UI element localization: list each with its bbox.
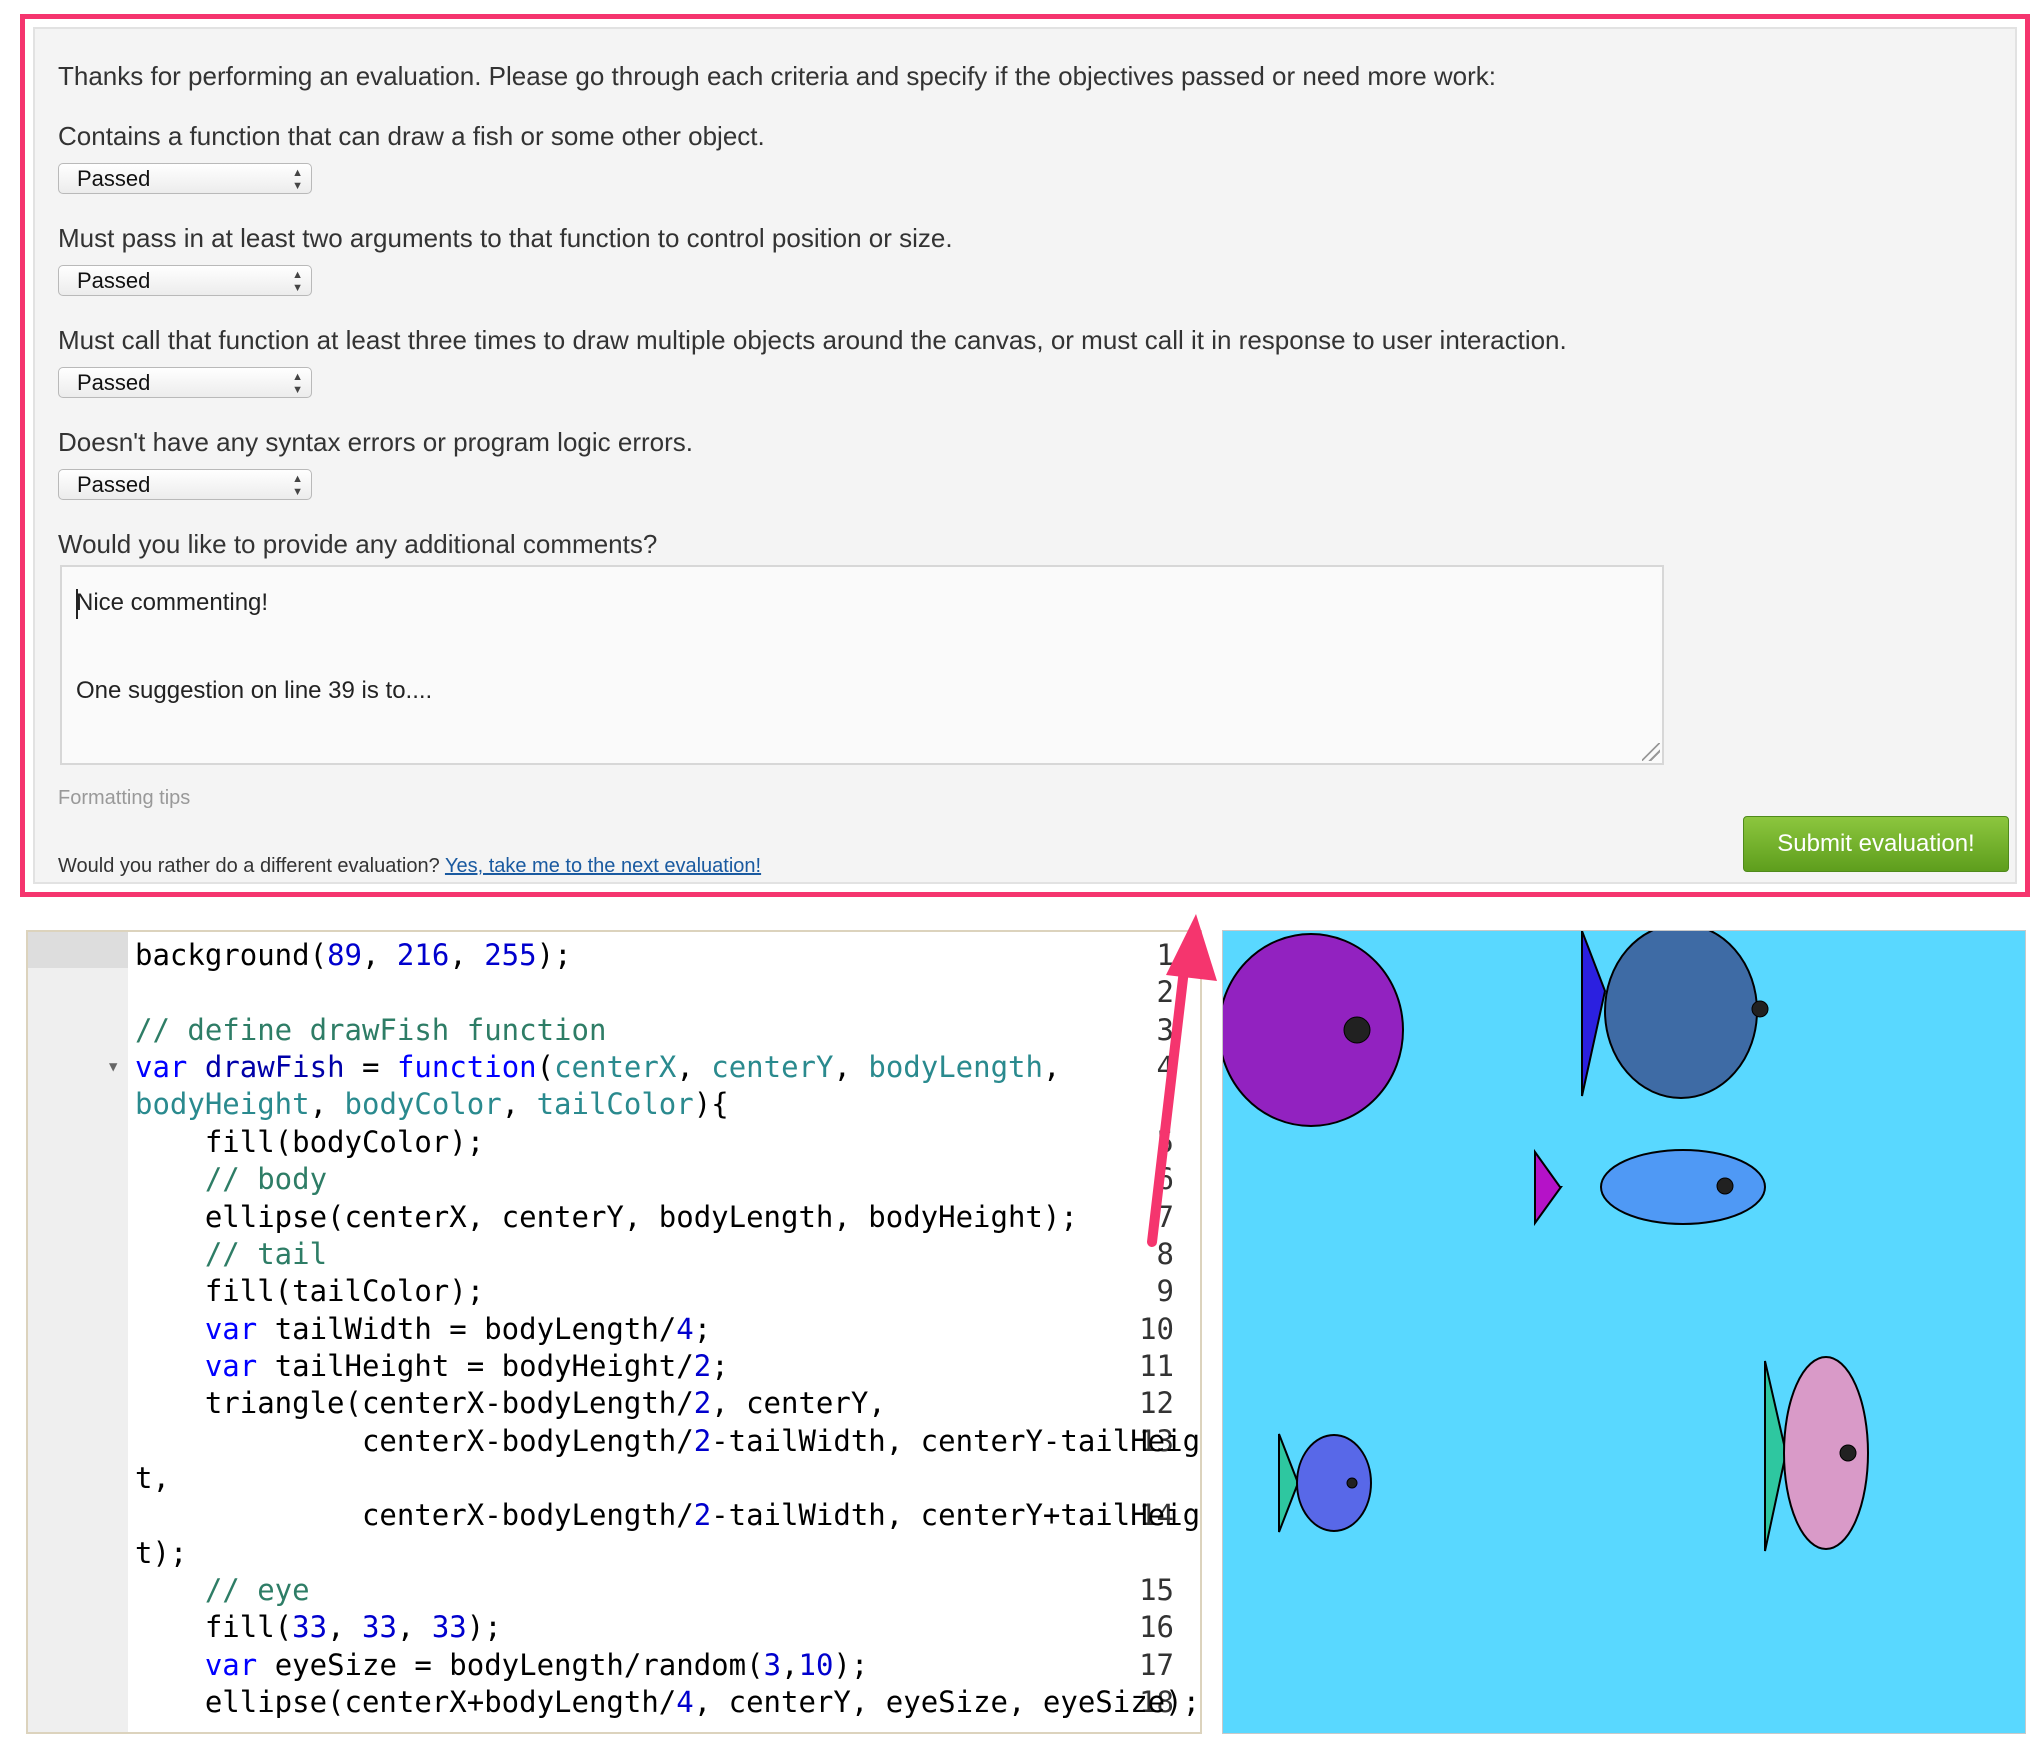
fish-eye [1716,1177,1734,1195]
fish-eye [1839,1444,1857,1462]
criterion-2-select[interactable]: Passed ▲ ▼ [58,265,312,296]
line-number: 3 [1156,1013,1174,1047]
select-arrows-icon: ▲ ▼ [292,167,303,192]
code-line[interactable]: var tailWidth = bodyLength/4; [135,1312,711,1346]
code-line[interactable]: centerX-bodyLength/2-tailWidth, centerY-… [135,1424,1200,1458]
evaluation-panel: Thanks for performing an evaluation. Ple… [20,14,2030,897]
different-evaluation-prompt: Would you rather do a different evaluati… [58,855,440,877]
active-line-highlight [28,932,128,968]
line-number: 16 [1139,1610,1174,1644]
code-line[interactable]: t); [135,1536,187,1570]
fish-eye [1343,1016,1371,1044]
fish-1 [1223,933,1404,1127]
fold-arrow-icon[interactable]: ▼ [109,1059,117,1075]
criterion-3-question: Must call that function at least three t… [58,325,1567,355]
line-number: 15 [1139,1573,1174,1607]
criterion-4-value: Passed [77,472,151,497]
criterion-4-question: Doesn't have any syntax errors or progra… [58,427,693,457]
different-evaluation-row: Would you rather do a different evaluati… [58,855,761,878]
evaluation-intro: Thanks for performing an evaluation. Ple… [58,61,1497,91]
line-number: 4 [1156,1050,1174,1084]
criterion-1-value: Passed [77,166,151,191]
code-line[interactable]: // tail [135,1237,327,1271]
code-line[interactable]: // eye [135,1573,310,1607]
line-number: 8 [1156,1237,1174,1271]
comment-textarea[interactable]: Nice commenting! One suggestion on line … [60,565,1664,765]
criterion-2-value: Passed [77,268,151,293]
line-number-gutter [28,932,128,1732]
select-arrows-icon: ▲ ▼ [292,371,303,396]
criterion-3-value: Passed [77,370,151,395]
criterion-1-select[interactable]: Passed ▲ ▼ [58,163,312,194]
code-editor[interactable]: 1 2 3 4 ▼ 5 6 7 8 9 10 11 12 13 14 15 16… [26,930,1202,1734]
code-line[interactable]: t, [135,1461,170,1495]
fish-eye [1346,1477,1358,1489]
fish-body [1296,1434,1372,1532]
next-evaluation-link[interactable]: Yes, take me to the next evaluation! [445,855,761,877]
select-arrows-icon: ▲ ▼ [292,473,303,498]
fish-eye [1751,1000,1769,1018]
line-number: 2 [1156,975,1174,1009]
code-line[interactable]: background(89, 216, 255); [135,938,572,972]
line-number: 17 [1139,1648,1174,1682]
comment-line-2: One suggestion on line 39 is to.... [76,677,433,704]
code-line[interactable]: // body [135,1162,327,1196]
code-line[interactable]: var drawFish = function(centerX, centerY… [135,1050,1060,1084]
code-line[interactable]: // define drawFish function [135,1013,606,1047]
code-line[interactable]: fill(bodyColor); [135,1125,484,1159]
code-line[interactable]: var tailHeight = bodyHeight/2; [135,1349,729,1383]
code-line[interactable]: var eyeSize = bodyLength/random(3,10); [135,1648,869,1682]
code-line[interactable]: centerX-bodyLength/2-tailWidth, centerY+… [135,1498,1200,1532]
comments-prompt: Would you like to provide any additional… [58,529,658,559]
line-number: 11 [1139,1349,1174,1383]
code-line[interactable]: triangle(centerX-bodyLength/2, centerY, [135,1386,886,1420]
criterion-3-select[interactable]: Passed ▲ ▼ [58,367,312,398]
formatting-tips-link[interactable]: Formatting tips [58,787,190,810]
code-line[interactable]: fill(33, 33, 33); [135,1610,502,1644]
line-number: 1 [1156,938,1174,972]
evaluation-form: Thanks for performing an evaluation. Ple… [33,27,2017,884]
code-line[interactable]: fill(tailColor); [135,1274,484,1308]
criterion-4-select[interactable]: Passed ▲ ▼ [58,469,312,500]
line-number: 9 [1156,1274,1174,1308]
canvas-output [1222,930,2026,1734]
fish-canvas [1223,931,2025,1733]
resize-handle-icon[interactable] [1642,743,1660,761]
fish-body [1600,1149,1766,1225]
line-number: 6 [1156,1162,1174,1196]
line-number: 7 [1156,1200,1174,1234]
code-line[interactable]: ellipse(centerX, centerY, bodyLength, bo… [135,1200,1078,1234]
fish-body [1604,931,1758,1099]
code-line[interactable]: bodyHeight, bodyColor, tailColor){ [135,1087,729,1121]
line-number: 10 [1139,1312,1174,1346]
fish-body [1223,933,1404,1127]
select-arrows-icon: ▲ ▼ [292,269,303,294]
comment-line-1: Nice commenting! [76,589,269,616]
criterion-2-question: Must pass in at least two arguments to t… [58,223,953,253]
criterion-1-question: Contains a function that can draw a fish… [58,121,765,151]
code-line[interactable]: ellipse(centerX+bodyLength/4, centerY, e… [135,1685,1200,1719]
submit-evaluation-button[interactable]: Submit evaluation! [1743,816,2009,872]
line-number: 12 [1139,1386,1174,1420]
line-number: 5 [1156,1125,1174,1159]
